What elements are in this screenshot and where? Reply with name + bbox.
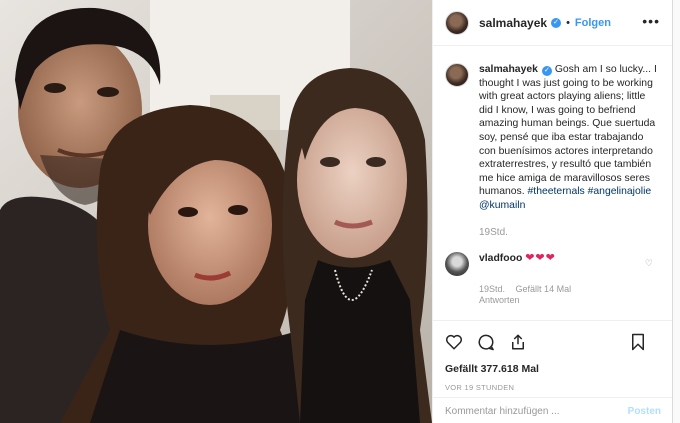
comment-likes[interactable]: Gefällt 14 Mal [516,284,572,294]
reply-button[interactable]: Antworten [479,295,520,305]
commenter-username[interactable]: vladfooo [479,253,522,264]
more-options-icon[interactable]: ••• [642,14,660,28]
selfie-image [0,0,432,423]
follow-button[interactable]: Folgen [575,17,611,29]
comment-input[interactable] [445,405,628,417]
separator-dot: • [566,16,570,29]
share-icon[interactable] [509,333,527,351]
caption-text: salmahayek ✓ Gosh am I so lucky... I thou… [479,63,661,213]
comment-time: 19Std. [479,283,506,294]
avatar[interactable] [445,10,469,35]
post-header: salmahayek ✓ • Folgen ••• [433,0,672,46]
post-timestamp[interactable]: VOR 19 STUNDEN [445,383,661,392]
likes-count[interactable]: Gefällt 377.618 Mal [445,363,661,375]
comment-text: ❤❤❤ [525,251,556,264]
post-comment-button[interactable]: Posten [628,406,661,417]
verified-badge-icon: ✓ [551,17,562,28]
actions-section: Gefällt 377.618 Mal VOR 19 STUNDEN Poste… [433,320,673,423]
verified-badge-icon: ✓ [541,66,552,76]
comment-like-heart-icon[interactable]: ♡ [645,258,653,269]
bookmark-icon[interactable] [629,333,647,351]
comment-item: vladfooo ❤❤❤ ♡ [445,251,661,276]
caption-username[interactable]: salmahayek [479,64,538,75]
heart-icon[interactable] [445,333,463,351]
right-edge-divider [672,0,680,423]
comment-icon[interactable] [477,333,495,351]
username-link[interactable]: salmahayek [479,16,547,30]
post-photo[interactable] [0,0,432,423]
comment-meta: 19Std. Gefällt 14 Mal Antworten [479,284,661,306]
post-panel: salmahayek ✓ • Folgen ••• salmahayek ✓ Go… [432,0,673,423]
caption-body: Gosh am I so lucky... I thought I was ju… [479,64,657,198]
comments-list[interactable]: salmahayek ✓ Gosh am I so lucky... I thou… [433,47,673,320]
commenter-avatar[interactable] [445,251,469,276]
caption-avatar[interactable] [445,63,469,87]
add-comment-bar: Posten [433,397,673,423]
caption: salmahayek ✓ Gosh am I so lucky... I thou… [445,63,661,213]
action-icons [445,331,661,353]
caption-time: 19Std. [479,226,508,238]
